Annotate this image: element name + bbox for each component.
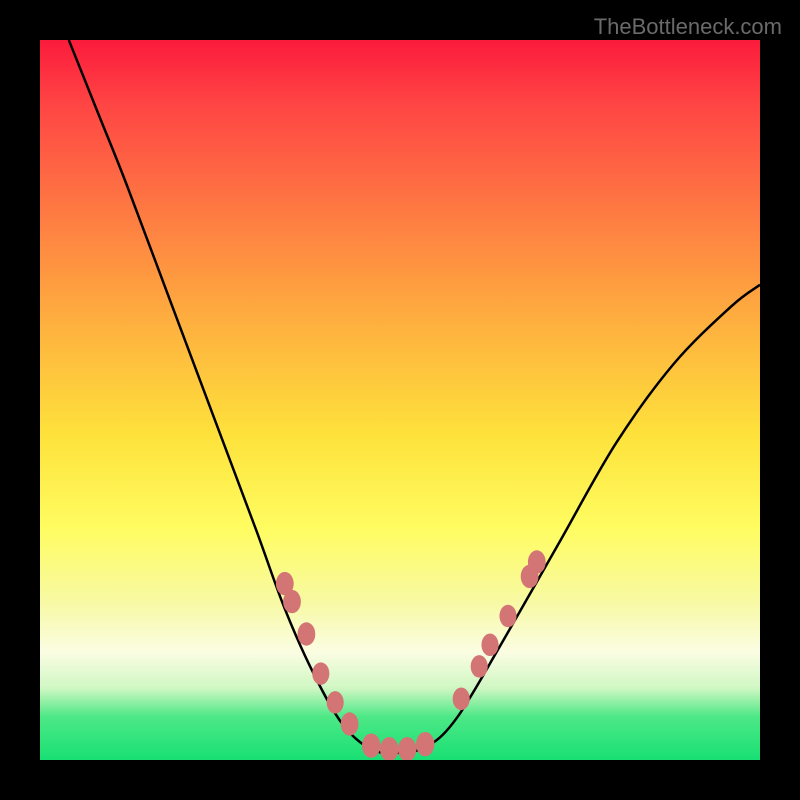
chart-background-gradient <box>40 40 760 760</box>
chart-container: TheBottleneck.com <box>0 0 800 800</box>
watermark-text: TheBottleneck.com <box>594 14 782 40</box>
